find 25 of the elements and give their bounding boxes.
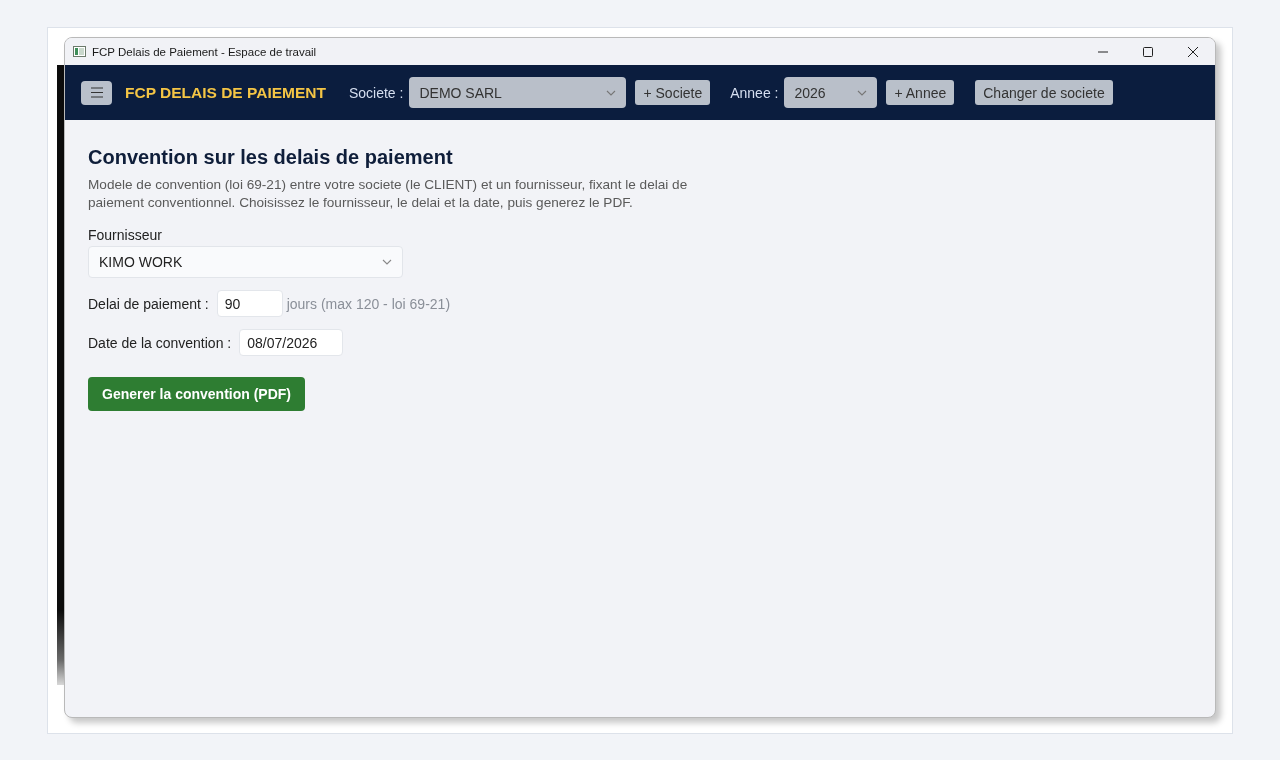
payment-delay-hint: jours (max 120 - loi 69-21) [286,295,451,312]
payment-delay-input[interactable]: 90 [216,290,283,317]
add-year-button[interactable]: + Annee [886,80,955,105]
menu-button[interactable] [81,80,112,105]
menu-icon [90,87,103,98]
page-title: Convention sur les delais de paiement [88,145,454,170]
app-icon [73,46,86,57]
generate-pdf-button[interactable]: Generer la convention (PDF) [88,377,306,411]
chevron-down-icon [857,89,868,96]
year-select[interactable]: 2026 [784,77,878,108]
switch-company-button[interactable]: Changer de societe [975,80,1113,105]
chevron-down-icon [382,259,392,265]
page-description: Modele de convention (loi 69-21) entre votre societe (le CLIENT) et un fournisseur, fixant le delai de paiement conventionnel. Choisissez le fournisseur, le delai et la date, puis generez le PDF. [88,176,688,212]
payment-delay-label: Delai de paiement : [88,295,209,312]
company-label: Societe : [348,84,404,101]
supplier-select[interactable]: KIMO WORK [88,246,403,278]
year-label: Annee : [730,84,779,101]
app-name: FCP DELAIS DE PAIEMENT [125,83,326,102]
window-title: FCP Delais de Paiement - Espace de travail [92,45,317,58]
supplier-label: Fournisseur [88,226,162,244]
convention-date-input[interactable]: 08/07/2026 [239,329,344,356]
add-company-button[interactable]: + Societe [635,80,711,105]
company-select[interactable]: DEMO SARL [409,77,627,108]
convention-date-label: Date de la convention : [88,334,232,351]
chevron-down-icon [606,89,617,96]
